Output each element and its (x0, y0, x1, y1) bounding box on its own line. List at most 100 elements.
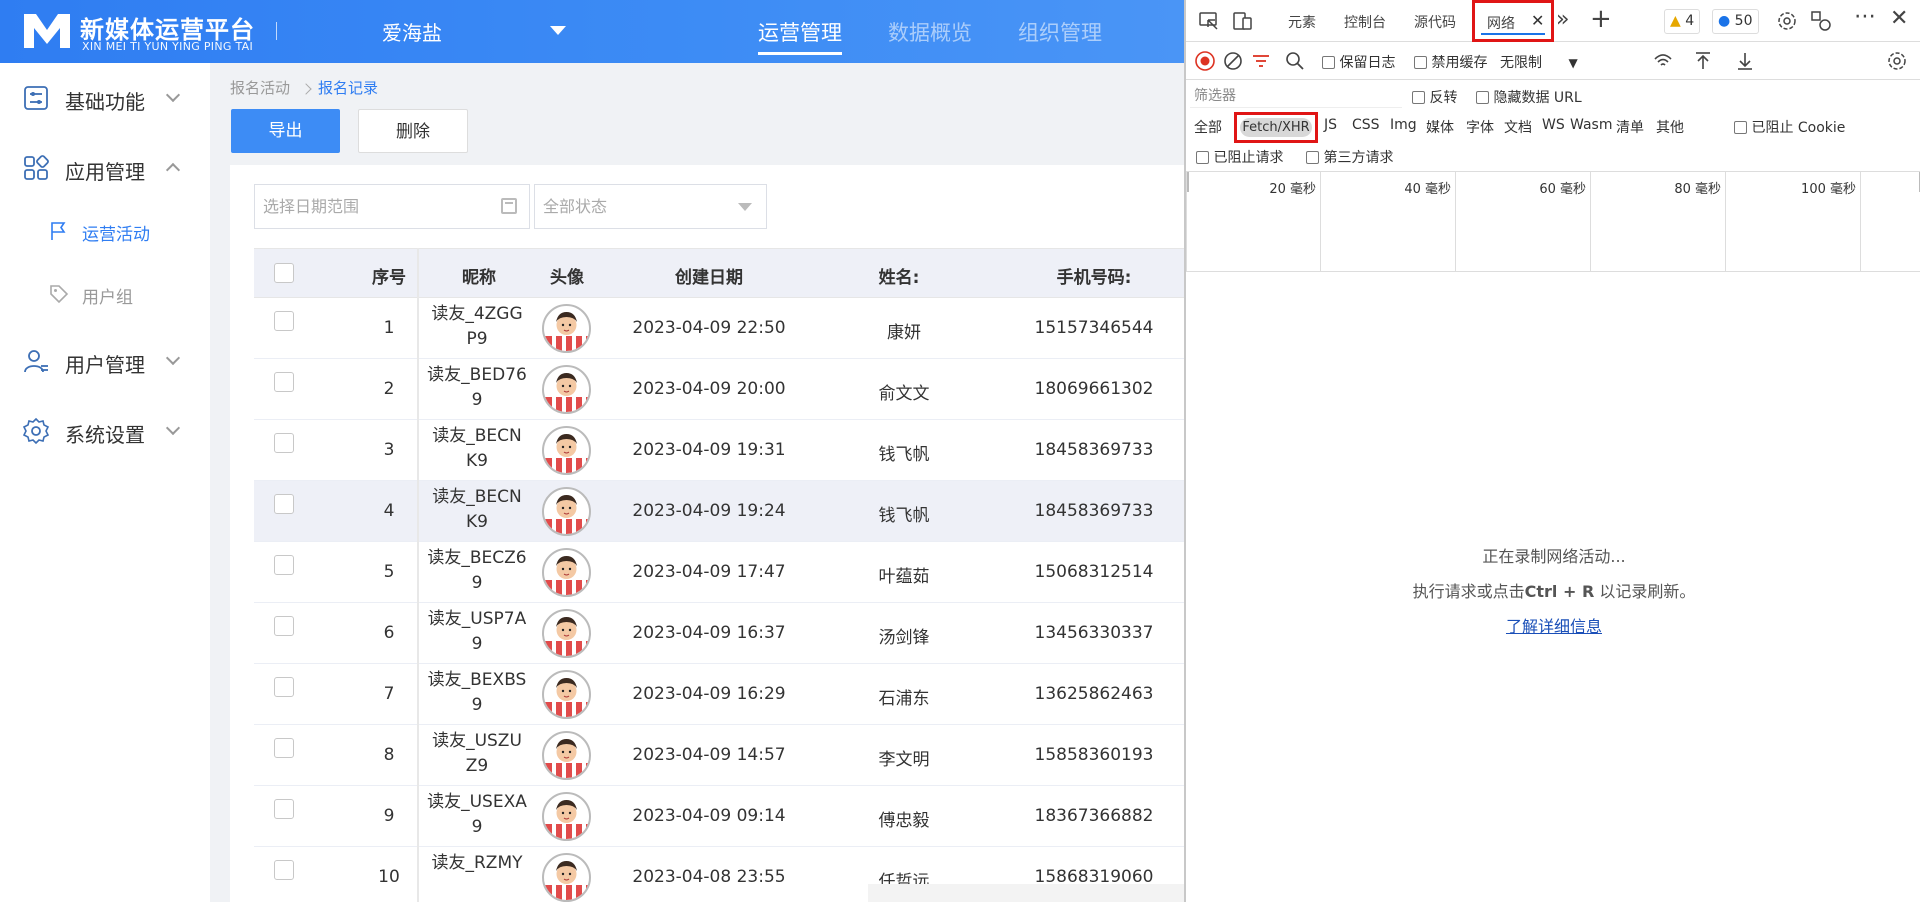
blocked-cookies-checkbox[interactable]: 已阻止 Cookie (1734, 117, 1845, 137)
row-checkbox[interactable] (274, 616, 294, 636)
filter-icon[interactable] (1250, 50, 1272, 72)
checkbox[interactable] (1414, 56, 1427, 69)
table-row[interactable]: 3 读友_BECNK9 2023-04-09 19:31 钱飞帆 18458369733 (254, 420, 1184, 481)
filter-type-js[interactable]: JS (1324, 117, 1337, 133)
sidebar-subitem-usergroup[interactable]: 用户组 (0, 269, 210, 319)
filter-type-文档[interactable]: 文档 (1504, 117, 1532, 137)
record-stop-icon[interactable] (1194, 50, 1216, 72)
messages-badge[interactable]: ● 50 (1712, 9, 1759, 34)
filter-type-媒体[interactable]: 媒体 (1426, 117, 1454, 137)
checkbox[interactable] (1734, 121, 1747, 134)
sidebar-item-basic[interactable]: 基础功能 (0, 70, 210, 126)
chevron-down-icon (165, 350, 181, 366)
table-row[interactable]: 1 读友_4ZGGP9 2023-04-09 22:50 康妍 15157346544 (254, 298, 1184, 359)
org-selector[interactable]: 爱海盐 (382, 17, 442, 46)
calendar-icon (501, 198, 517, 214)
hide-data-url-checkbox[interactable]: 隐藏数据 URL (1476, 87, 1582, 107)
close-icon[interactable]: ✕ (1531, 11, 1544, 30)
row-checkbox[interactable] (274, 677, 294, 697)
filter-type-全部[interactable]: 全部 (1194, 117, 1222, 137)
hint-shortcut: Ctrl + R (1524, 582, 1595, 601)
sidebar-item-apps[interactable]: 应用管理 (0, 140, 210, 196)
status-select[interactable]: 全部状态 (534, 184, 767, 229)
checkbox[interactable] (1476, 91, 1489, 104)
network-settings-icon[interactable] (1886, 50, 1908, 72)
warnings-badge[interactable]: ▲ 4 (1664, 9, 1701, 34)
clear-icon[interactable] (1222, 50, 1244, 72)
sidebar-item-settings[interactable]: 系统设置 (0, 403, 210, 459)
cell-name: 钱飞帆 (878, 445, 930, 465)
caret-down-icon[interactable] (550, 26, 566, 35)
filter-type-其他[interactable]: 其他 (1656, 117, 1684, 137)
settings-gear-icon[interactable] (1776, 10, 1798, 32)
filter-type-css[interactable]: CSS (1352, 117, 1380, 133)
inspect-icon[interactable] (1198, 10, 1220, 32)
cell-phone: 18458369733 (1034, 440, 1154, 460)
filter-type-字体[interactable]: 字体 (1466, 117, 1494, 137)
network-conditions-icon[interactable] (1652, 50, 1674, 72)
top-nav-dashboard[interactable]: 数据概览 (888, 17, 972, 47)
table-row[interactable]: 7 读友_BEXBS9 2023-04-09 16:29 石浦东 13625862463 (254, 664, 1184, 725)
more-options-icon[interactable]: ⋯ (1854, 4, 1876, 29)
top-nav-organization[interactable]: 组织管理 (1018, 17, 1102, 47)
filter-type-wasm[interactable]: Wasm (1570, 117, 1612, 133)
sidebar-item-users[interactable]: 用户管理 (0, 333, 210, 389)
blocked-cookies-label: 已阻止 Cookie (1751, 120, 1846, 136)
row-checkbox[interactable] (274, 372, 294, 392)
checkbox[interactable] (1306, 151, 1319, 164)
upload-icon[interactable] (1692, 50, 1714, 72)
top-nav-operations[interactable]: 运营管理 (758, 17, 842, 55)
cell-date: 2023-04-09 14:57 (632, 745, 786, 765)
table-row[interactable]: 5 读友_BECZ69 2023-04-09 17:47 叶蕴茹 15068312514 (254, 542, 1184, 603)
cell-phone: 13456330337 (1034, 623, 1154, 643)
table-row[interactable]: 2 读友_BED769 2023-04-09 20:00 俞文文 18069661302 (254, 359, 1184, 420)
row-checkbox[interactable] (274, 860, 294, 880)
date-range-input[interactable]: 选择日期范围 (254, 184, 530, 229)
row-checkbox[interactable] (274, 311, 294, 331)
tab-network[interactable]: 网络 ✕ (1472, 0, 1554, 42)
cell-date: 2023-04-08 23:55 (632, 867, 786, 887)
tab-elements[interactable]: 元素 (1288, 12, 1316, 32)
row-checkbox[interactable] (274, 494, 294, 514)
throttling-select[interactable]: 无限制 ▼ (1500, 52, 1578, 72)
row-checkbox[interactable] (274, 738, 294, 758)
connections-icon[interactable] (1810, 10, 1832, 32)
invert-checkbox[interactable]: 反转 (1412, 87, 1457, 107)
breadcrumb-parent[interactable]: 报名活动 (230, 79, 290, 97)
table-row[interactable]: 4 读友_BECNK9 2023-04-09 19:24 钱飞帆 18458369733 (254, 481, 1184, 542)
table-row[interactable]: 8 读友_USZUZ9 2023-04-09 14:57 李文明 15858360193 (254, 725, 1184, 786)
tab-sources[interactable]: 源代码 (1414, 12, 1456, 32)
third-party-checkbox[interactable]: 第三方请求 (1306, 147, 1393, 167)
tab-console[interactable]: 控制台 (1344, 12, 1386, 32)
row-checkbox[interactable] (274, 799, 294, 819)
logo-icon (24, 14, 70, 48)
download-icon[interactable] (1734, 50, 1756, 72)
row-checkbox[interactable] (274, 555, 294, 575)
checkbox[interactable] (1322, 56, 1335, 69)
sidebar-subitem-operations[interactable]: 运营活动 (0, 206, 210, 256)
horizontal-scrollbar[interactable] (868, 884, 1184, 902)
table-row[interactable]: 6 读友_USP7A9 2023-04-09 16:37 汤剑锋 13456330337 (254, 603, 1184, 664)
search-icon[interactable] (1284, 50, 1306, 72)
filter-input[interactable]: 筛选器 (1190, 84, 1402, 108)
disable-cache-label: 禁用缓存 (1431, 55, 1488, 71)
row-checkbox[interactable] (274, 433, 294, 453)
delete-button[interactable]: 删除 (358, 109, 468, 153)
preserve-log-checkbox[interactable]: 保留日志 (1322, 52, 1395, 72)
filter-type-ws[interactable]: WS (1542, 117, 1565, 133)
more-tabs-icon[interactable]: » (1556, 7, 1569, 32)
filter-type-清单[interactable]: 清单 (1616, 117, 1644, 137)
filter-fetch-xhr[interactable]: Fetch/XHR (1240, 118, 1312, 137)
blocked-requests-checkbox[interactable]: 已阻止请求 (1196, 147, 1283, 167)
disable-cache-checkbox[interactable]: 禁用缓存 (1414, 52, 1487, 72)
filter-type-img[interactable]: Img (1390, 117, 1417, 133)
table-row[interactable]: 9 读友_USEXA9 2023-04-09 09:14 傅忠毅 18367366882 (254, 786, 1184, 847)
checkbox[interactable] (1412, 91, 1425, 104)
device-emulation-icon[interactable] (1232, 10, 1254, 32)
add-tab-icon[interactable]: + (1590, 4, 1612, 34)
select-all-checkbox[interactable] (274, 263, 294, 283)
learn-more-link[interactable]: 了解详细信息 (1506, 617, 1602, 636)
close-devtools-icon[interactable]: ✕ (1890, 6, 1908, 31)
export-button[interactable]: 导出 (231, 109, 340, 153)
checkbox[interactable] (1196, 151, 1209, 164)
